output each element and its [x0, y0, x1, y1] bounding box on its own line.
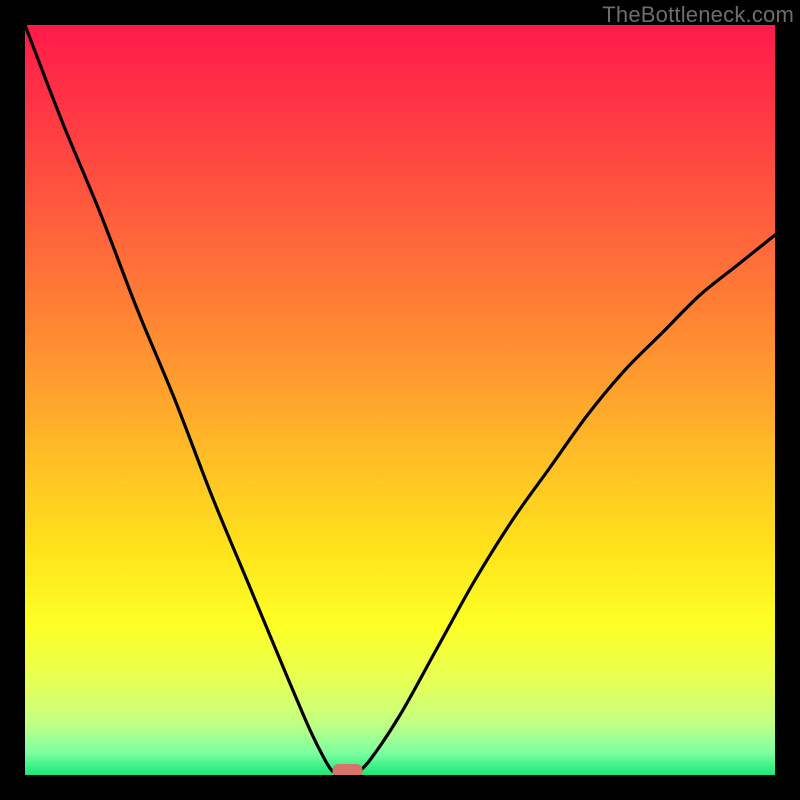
- chart-frame: [25, 25, 775, 775]
- optimal-point-marker: [333, 764, 363, 775]
- watermark-text: TheBottleneck.com: [602, 2, 794, 28]
- gradient-background: [25, 25, 775, 775]
- bottleneck-chart: [25, 25, 775, 775]
